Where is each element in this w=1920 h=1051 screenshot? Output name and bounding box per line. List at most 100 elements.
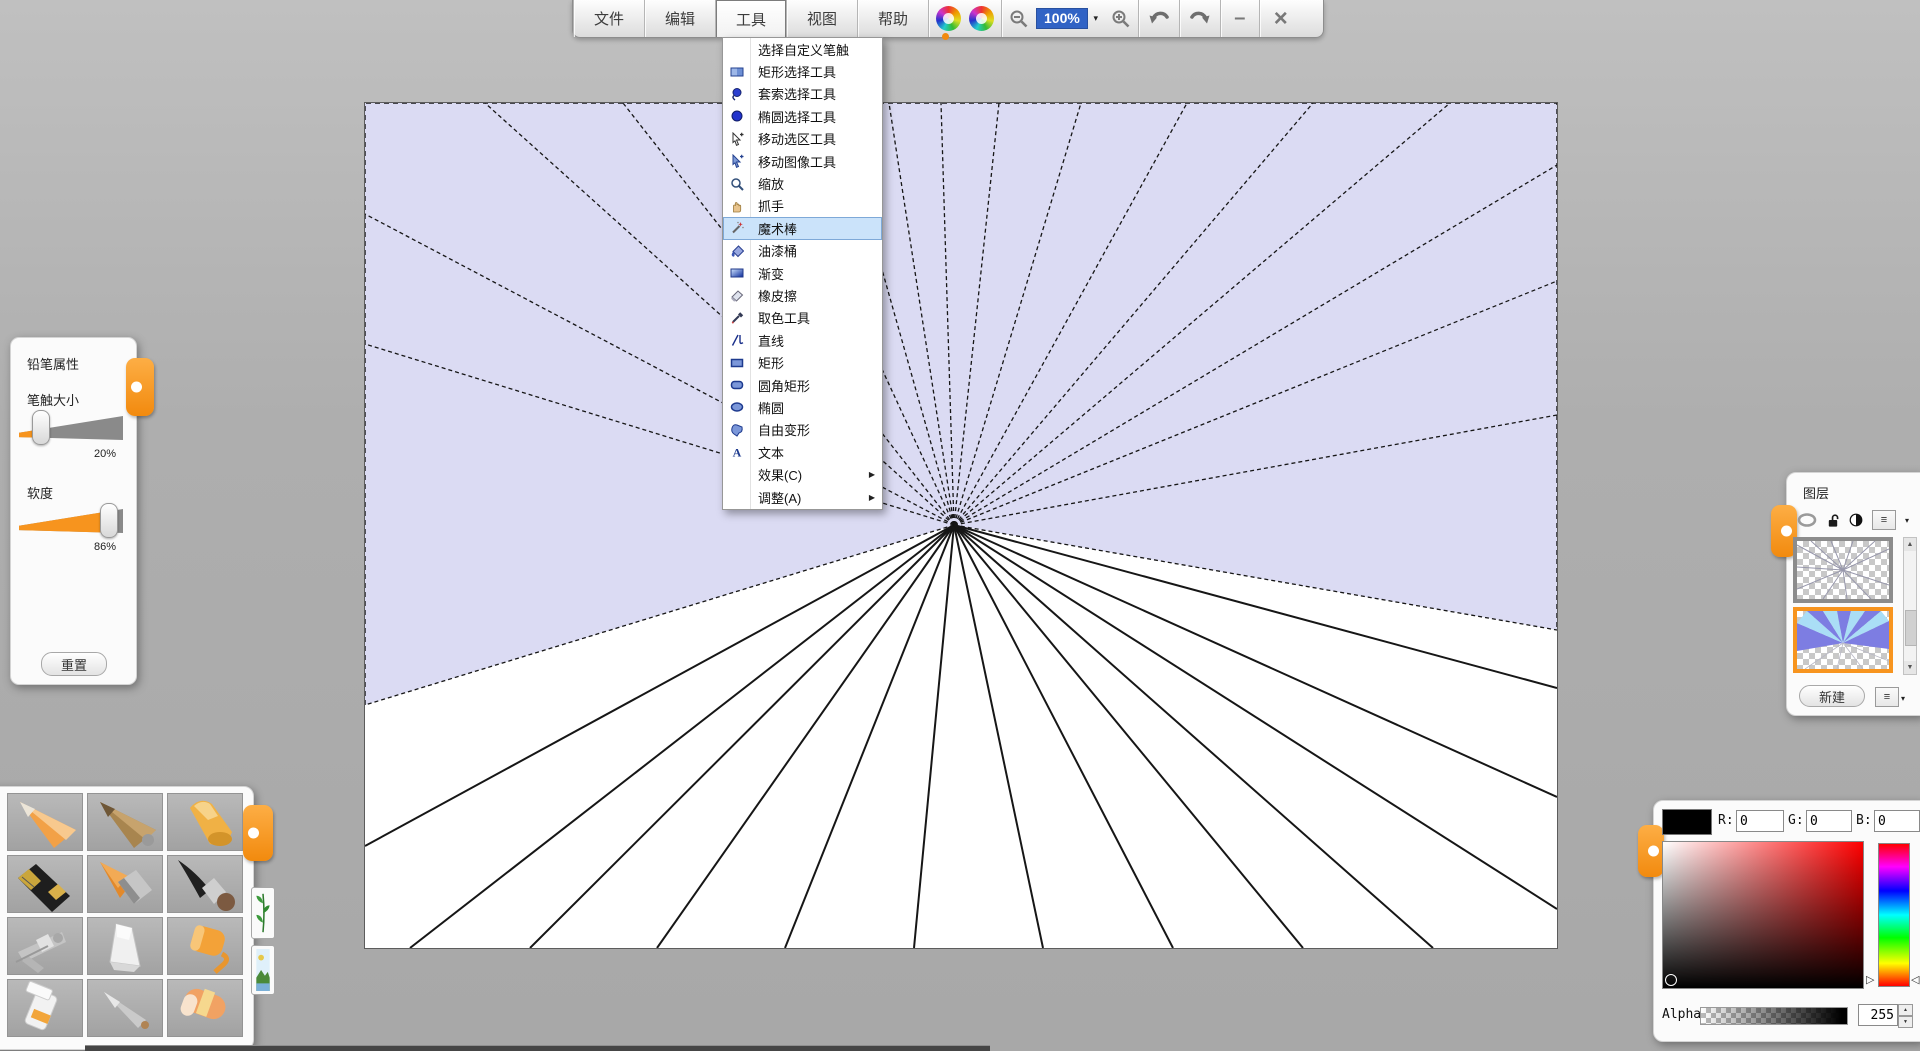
layer-thumbnail-top[interactable] (1793, 537, 1893, 603)
spinner-down-button[interactable]: ▼ (1898, 1016, 1913, 1028)
undo-icon (1147, 8, 1171, 30)
brush-preset-crayon[interactable] (167, 793, 243, 851)
zoom-level[interactable]: 100% (1036, 0, 1088, 37)
layers-options-button[interactable]: ≡ (1875, 687, 1899, 707)
brush-preset-ink-brush[interactable] (167, 855, 243, 913)
line-icon (723, 333, 750, 347)
brush-preset-pencil-sharp[interactable] (7, 793, 83, 851)
menu-edit[interactable]: 编辑 (645, 0, 715, 37)
redo-button[interactable] (1180, 0, 1220, 37)
blue-input[interactable] (1874, 810, 1920, 832)
pencil-sharp-image (8, 794, 83, 851)
saturation-value-picker[interactable] (1662, 841, 1864, 989)
menu-item-label: 魔术棒 (758, 219, 797, 238)
menu-item-move-selection[interactable]: 移动选区工具 (723, 128, 882, 150)
menu-item-gradient[interactable]: 渐变 (723, 262, 882, 284)
menu-help[interactable]: 帮助 (858, 0, 928, 37)
menu-item-free-transform[interactable]: 自由变形 (723, 419, 882, 441)
layer-thumbnail-selected[interactable] (1793, 607, 1893, 673)
brush-preset-flat-brush[interactable] (87, 855, 163, 913)
panel-drag-tab[interactable] (126, 358, 154, 416)
close-button[interactable]: × (1260, 0, 1302, 37)
green-input[interactable] (1806, 810, 1852, 832)
hue-marker-left-icon[interactable]: ▷ (1866, 973, 1874, 986)
brush-preset-pencil-wood[interactable] (87, 793, 163, 851)
menu-item-eraser[interactable]: 橡皮擦 (723, 284, 882, 306)
menu-file[interactable]: 文件 (574, 0, 644, 37)
lock-icon[interactable] (1826, 513, 1840, 528)
alpha-marker-icon[interactable]: ▲ (1838, 1015, 1847, 1025)
hand-icon (723, 199, 750, 213)
menu-item-ellipse[interactable]: 椭圆 (723, 396, 882, 418)
brush-preset-airbrush[interactable] (7, 917, 83, 975)
panel-drag-tab[interactable] (243, 805, 273, 861)
minimize-button[interactable]: – (1221, 0, 1259, 37)
alpha-label: Alpha (1662, 1007, 1701, 1022)
magic-wand-icon (723, 221, 750, 235)
menu-item-text[interactable]: A文本 (723, 441, 882, 463)
softness-slider[interactable] (19, 503, 123, 537)
undo-button[interactable] (1139, 0, 1179, 37)
airbrush-image (8, 918, 83, 975)
zoom-in-button[interactable] (1104, 0, 1138, 37)
spinner-up-button[interactable]: ▲ (1898, 1004, 1913, 1016)
menu-item-rectangle[interactable]: 矩形 (723, 351, 882, 373)
hue-slider[interactable] (1878, 843, 1910, 987)
menu-item-zoom[interactable]: 缩放 (723, 172, 882, 194)
zoom-dropdown-caret[interactable]: ▾ (1088, 0, 1104, 37)
alpha-slider[interactable] (1700, 1007, 1848, 1025)
menu-view[interactable]: 视图 (787, 0, 857, 37)
menu-item-lasso[interactable]: 套索选择工具 (723, 83, 882, 105)
menu-item-row-20[interactable]: 调整(A)▶ (723, 486, 882, 508)
brush-preset-paint-roller[interactable] (167, 917, 243, 975)
red-input[interactable] (1736, 810, 1784, 832)
new-layer-button[interactable]: 新建 (1799, 685, 1865, 707)
caret-down-icon[interactable]: ▾ (1905, 516, 1909, 525)
drawing-canvas[interactable] (364, 102, 1558, 949)
canvas-drawing (365, 103, 1557, 948)
brush-set-plant-button[interactable] (251, 887, 275, 939)
menu-item-eyedropper[interactable]: 取色工具 (723, 307, 882, 329)
tools-menu-items: 选择自定义笔触矩形选择工具套索选择工具椭圆选择工具移动选区工具移动图像工具缩放抓… (723, 38, 882, 508)
menu-item-magic-wand[interactable]: 魔术棒 (723, 217, 882, 239)
menu-item-row-0[interactable]: 选择自定义笔触 (723, 38, 882, 60)
scrollbar-thumb[interactable] (1905, 610, 1917, 646)
visibility-icon[interactable] (1797, 513, 1817, 527)
menu-item-rounded-rectangle[interactable]: 圆角矩形 (723, 374, 882, 396)
menu-item-ellipse-select[interactable]: 椭圆选择工具 (723, 105, 882, 127)
text-icon: A (723, 445, 750, 459)
reset-button[interactable]: 重置 (41, 652, 107, 676)
current-color-swatch[interactable] (1662, 809, 1712, 835)
brush-preset-liner[interactable] (87, 979, 163, 1037)
app-background: 文件 编辑 工具 视图 帮助 100% ▾ (0, 0, 1920, 1051)
slider-fill (19, 509, 108, 533)
brush-size-slider[interactable] (19, 410, 123, 444)
menu-item-row-19[interactable]: 效果(C)▶ (723, 463, 882, 485)
panel-drag-tab[interactable] (1638, 825, 1664, 877)
menu-item-rect-select[interactable]: 矩形选择工具 (723, 60, 882, 82)
zoom-in-icon (1111, 9, 1131, 29)
brush-preset-shaker[interactable] (7, 979, 83, 1037)
zoom-value[interactable]: 100% (1036, 8, 1088, 29)
scroll-down-button[interactable]: ▼ (1904, 661, 1916, 674)
layers-menu-button[interactable]: ≡ (1872, 510, 1896, 530)
slider-handle[interactable] (32, 410, 50, 445)
menu-item-line[interactable]: 直线 (723, 329, 882, 351)
layers-scrollbar[interactable]: ▲ ▼ (1903, 537, 1917, 675)
caret-down-icon[interactable]: ▾ (1901, 694, 1905, 703)
slider-handle[interactable] (100, 503, 118, 538)
alpha-input[interactable] (1858, 1004, 1898, 1026)
brush-preset-eraser[interactable] (167, 979, 243, 1037)
menu-item-move-image[interactable]: 移动图像工具 (723, 150, 882, 172)
menu-item-paint-bucket[interactable]: 油漆桶 (723, 240, 882, 262)
brush-set-image-button[interactable] (251, 945, 275, 995)
hue-marker-right-icon[interactable]: ◁ (1911, 973, 1919, 986)
menu-item-hand[interactable]: 抓手 (723, 195, 882, 217)
zoom-out-button[interactable] (1002, 0, 1036, 37)
brush-preset-paint-wedge[interactable] (87, 917, 163, 975)
menu-tools[interactable]: 工具 (716, 0, 786, 37)
scroll-up-button[interactable]: ▲ (1904, 538, 1916, 551)
brush-preset-fountain-pen[interactable] (7, 855, 83, 913)
blend-icon[interactable] (1849, 513, 1863, 527)
liner-image (88, 980, 163, 1037)
